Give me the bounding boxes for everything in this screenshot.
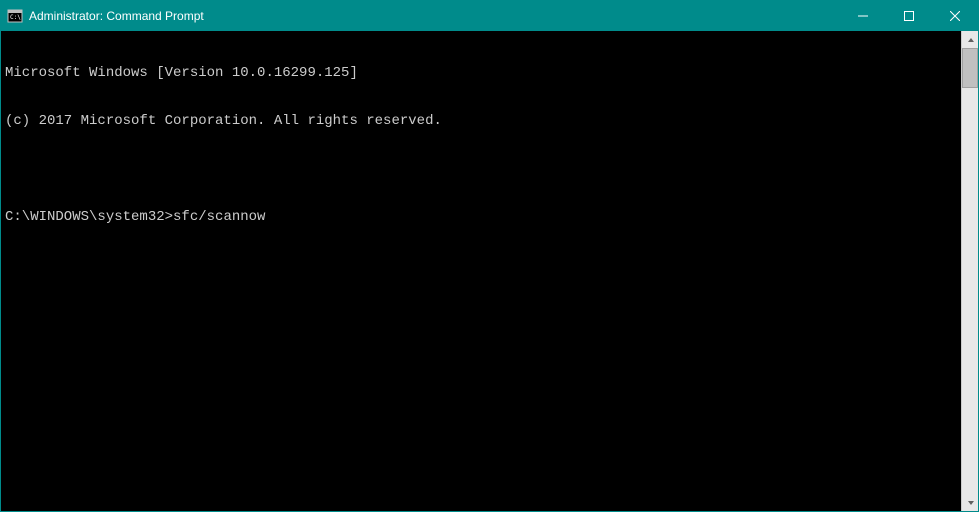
vertical-scrollbar[interactable] (961, 31, 978, 511)
minimize-button[interactable] (840, 1, 886, 31)
terminal-prompt: C:\WINDOWS\system32> (5, 209, 173, 225)
titlebar[interactable]: C:\ Administrator: Command Prompt (1, 1, 978, 31)
scroll-track[interactable] (962, 48, 978, 494)
close-button[interactable] (932, 1, 978, 31)
terminal-output[interactable]: Microsoft Windows [Version 10.0.16299.12… (1, 31, 961, 511)
window-title: Administrator: Command Prompt (29, 9, 840, 23)
terminal-line: (c) 2017 Microsoft Corporation. All righ… (5, 113, 957, 129)
scroll-down-button[interactable] (962, 494, 978, 511)
maximize-button[interactable] (886, 1, 932, 31)
terminal-line (5, 161, 957, 177)
cmd-icon: C:\ (7, 8, 23, 24)
svg-text:C:\: C:\ (10, 14, 21, 21)
terminal-line: Microsoft Windows [Version 10.0.16299.12… (5, 65, 957, 81)
terminal-prompt-line: C:\WINDOWS\system32>sfc/scannow (5, 209, 957, 225)
terminal-command: sfc/scannow (173, 209, 265, 225)
command-prompt-window: C:\ Administrator: Command Prompt Micros… (0, 0, 979, 512)
content-area: Microsoft Windows [Version 10.0.16299.12… (1, 31, 978, 511)
window-controls (840, 1, 978, 31)
scroll-up-button[interactable] (962, 31, 978, 48)
scroll-thumb[interactable] (962, 48, 978, 88)
